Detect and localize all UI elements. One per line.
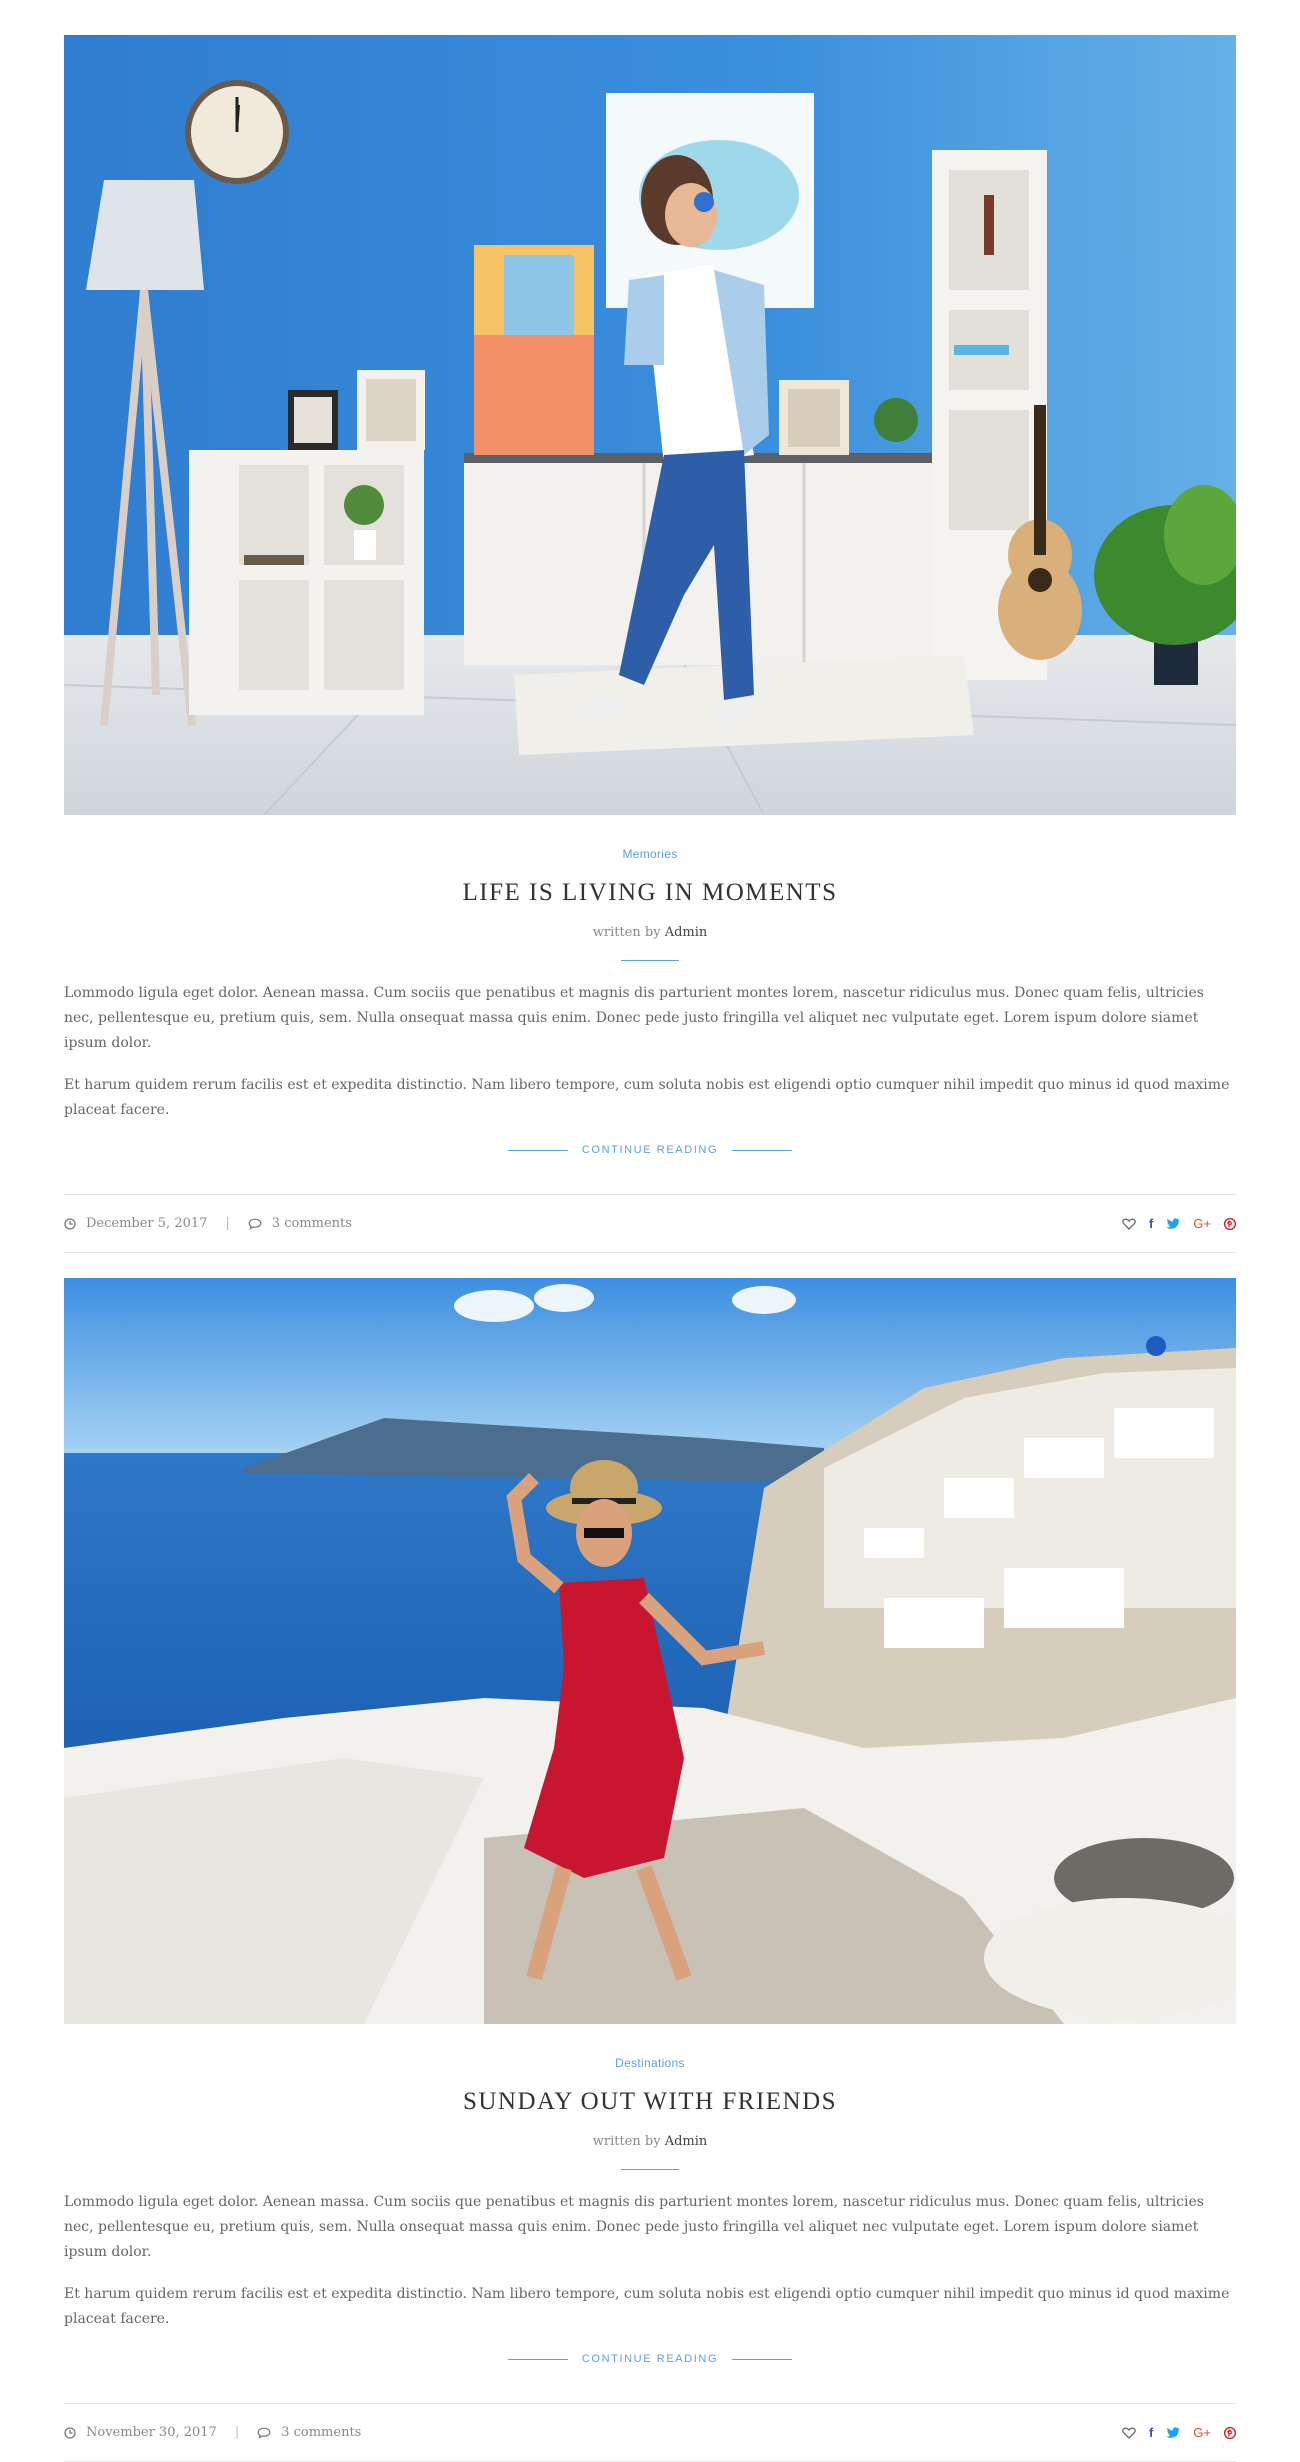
divider-line <box>732 1149 793 1151</box>
divider-line <box>507 1149 568 1151</box>
byline-label: written by <box>592 2134 661 2149</box>
twitter-icon[interactable] <box>1166 1217 1180 1230</box>
heart-icon[interactable] <box>1122 2426 1136 2439</box>
pinterest-icon[interactable] <box>1224 2426 1236 2439</box>
post-meta-bar: November 30, 2017 | 3 comments f G+ <box>64 2403 1236 2462</box>
excerpt-paragraph: Et harum quidem rerum facilis est et exp… <box>64 2286 1230 2327</box>
post-meta-bar: December 5, 2017 | 3 comments f G+ <box>64 1194 1236 1253</box>
excerpt-paragraph: Et harum quidem rerum facilis est et exp… <box>64 1077 1230 1118</box>
title-divider <box>621 960 679 961</box>
post-title[interactable]: LIFE IS LIVING IN MOMENTS <box>64 879 1236 907</box>
post-excerpt: Lommodo ligula eget dolor. Aenean massa.… <box>64 2190 1236 2332</box>
comment-icon <box>257 2427 271 2439</box>
meta-separator: | <box>234 2425 240 2440</box>
divider-line <box>507 2358 568 2360</box>
facebook-icon[interactable]: f <box>1149 1216 1153 1231</box>
post-author[interactable]: Admin <box>665 2134 708 2149</box>
continue-reading: CONTINUE READING <box>64 2349 1236 2369</box>
continue-reading-link[interactable]: CONTINUE READING <box>582 2353 718 2365</box>
post-comments[interactable]: 3 comments <box>257 2425 361 2440</box>
heart-icon[interactable] <box>1122 1217 1136 1230</box>
continue-reading-link[interactable]: CONTINUE READING <box>582 1144 718 1156</box>
post-date: November 30, 2017 <box>64 2425 217 2440</box>
post-byline: written by Admin <box>64 2134 1236 2149</box>
excerpt-paragraph: Lommodo ligula eget dolor. Aenean massa.… <box>64 985 1204 1051</box>
byline-label: written by <box>592 925 661 940</box>
clock-icon <box>64 1217 76 1230</box>
post-featured-image[interactable] <box>64 35 1236 815</box>
facebook-icon[interactable]: f <box>1149 2425 1153 2440</box>
blog-post: Memories LIFE IS LIVING IN MOMENTS writt… <box>64 35 1236 1253</box>
twitter-icon[interactable] <box>1166 2426 1180 2439</box>
google-plus-icon[interactable]: G+ <box>1193 2425 1211 2440</box>
meta-separator: | <box>225 1216 230 1231</box>
divider-line <box>732 2358 793 2360</box>
woman-in-red-dress-santorini-photo <box>64 1278 1236 2024</box>
post-comments[interactable]: 3 comments <box>248 1216 352 1231</box>
post-category[interactable]: Destinations <box>615 2056 685 2070</box>
post-category[interactable]: Memories <box>622 847 677 861</box>
comment-icon <box>248 1218 262 1230</box>
post-date-text[interactable]: December 5, 2017 <box>86 1216 207 1231</box>
post-author[interactable]: Admin <box>665 925 708 940</box>
post-date: December 5, 2017 <box>64 1216 207 1231</box>
post-featured-image[interactable] <box>64 1278 1236 2024</box>
woman-dancing-with-headphones-photo <box>64 35 1236 815</box>
share-bar: f G+ <box>1122 2425 1236 2440</box>
pinterest-icon[interactable] <box>1224 1217 1236 1230</box>
google-plus-icon[interactable]: G+ <box>1193 1216 1211 1231</box>
share-bar: f G+ <box>1122 1216 1236 1231</box>
post-title[interactable]: SUNDAY OUT WITH FRIENDS <box>64 2088 1236 2116</box>
post-excerpt: Lommodo ligula eget dolor. Aenean massa.… <box>64 981 1236 1123</box>
blog-post: Destinations SUNDAY OUT WITH FRIENDS wri… <box>64 1278 1236 2462</box>
post-date-text[interactable]: November 30, 2017 <box>86 2425 217 2440</box>
title-divider <box>621 2169 679 2170</box>
post-comments-text: 3 comments <box>271 1216 352 1231</box>
excerpt-paragraph: Lommodo ligula eget dolor. Aenean massa.… <box>64 2194 1204 2260</box>
continue-reading: CONTINUE READING <box>64 1140 1236 1160</box>
clock-icon <box>64 2426 76 2439</box>
post-comments-text: 3 comments <box>281 2425 362 2440</box>
post-byline: written by Admin <box>64 925 1236 940</box>
